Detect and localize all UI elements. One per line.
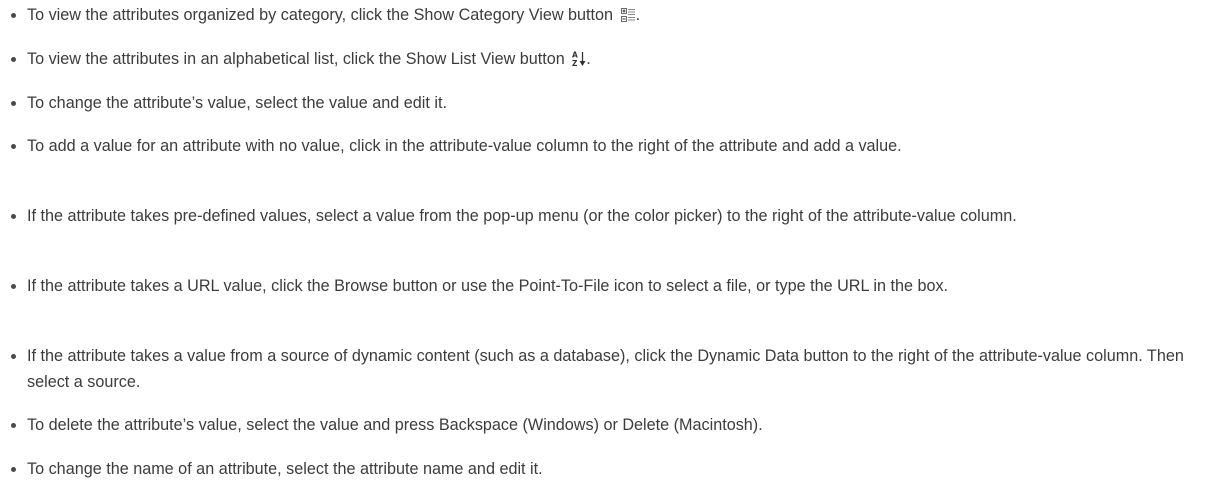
bullet-icon: [11, 423, 16, 428]
bullet-icon: [11, 467, 16, 472]
bullet-icon: [11, 101, 16, 106]
list-item-text: If the attribute takes a value from a so…: [27, 347, 1184, 391]
bullet-icon: [11, 144, 16, 149]
bullet-icon: [11, 57, 16, 62]
bullet-icon: [11, 284, 16, 289]
list-item-text: If the attribute takes pre-defined value…: [27, 207, 1017, 225]
list-item-suffix: .: [635, 6, 641, 24]
list-item-text: To view the attributes in an alphabetica…: [27, 50, 565, 68]
category-view-icon: [620, 5, 636, 31]
list-item: If the attribute takes pre-defined value…: [0, 203, 1227, 229]
list-item: To delete the attribute’s value, select …: [0, 412, 1227, 438]
list-item-text: To change the name of an attribute, sele…: [27, 460, 543, 478]
svg-text:Z: Z: [572, 59, 578, 67]
bullet-icon: [11, 13, 16, 18]
list-item: If the attribute takes a value from a so…: [0, 343, 1227, 395]
bullet-icon: [11, 354, 16, 359]
list-item: To change the attribute’s value, select …: [0, 90, 1227, 116]
list-item-text: To change the attribute’s value, select …: [27, 94, 447, 112]
list-item-text: If the attribute takes a URL value, clic…: [27, 277, 949, 295]
list-item-suffix: .: [586, 50, 591, 68]
list-item-text: To delete the attribute’s value, select …: [27, 416, 763, 434]
list-item: To change the name of an attribute, sele…: [0, 456, 1227, 482]
list-item: To view the attributes in an alphabetica…: [0, 46, 1227, 75]
bullet-icon: [11, 214, 16, 219]
list-item-text: To view the attributes organized by cate…: [27, 6, 614, 24]
sort-az-icon: A Z: [572, 49, 586, 75]
list-item-text: To add a value for an attribute with no …: [27, 137, 902, 155]
list-item: To view the attributes organized by cate…: [0, 2, 1227, 31]
list-item: If the attribute takes a URL value, clic…: [0, 273, 1227, 299]
list-item: To add a value for an attribute with no …: [0, 133, 1227, 159]
